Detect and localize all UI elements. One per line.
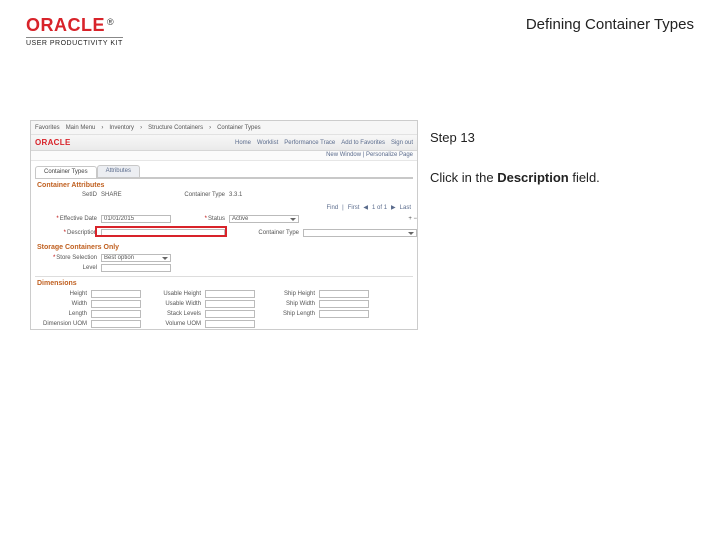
brand-block: ORACLE® USER PRODUCTIVITY KIT <box>26 16 123 47</box>
description-field[interactable] <box>101 229 225 237</box>
top-links: Home Worklist Performance Trace Add to F… <box>235 140 413 146</box>
link-add-fav[interactable]: Add to Favorites <box>341 140 385 146</box>
width-field[interactable] <box>91 300 141 308</box>
section-dimensions: Dimensions <box>31 277 417 288</box>
tab-attributes[interactable]: Attributes <box>97 165 140 177</box>
breadcrumb-item[interactable]: Structure Containers <box>148 125 203 131</box>
ship-width-field[interactable] <box>319 300 369 308</box>
label-container-type: Container Type <box>175 192 225 198</box>
label-effective-date: Effective Date <box>37 216 97 222</box>
value-setid: SHARE <box>101 192 171 198</box>
label-status: Status <box>175 216 225 222</box>
container-type-select[interactable] <box>303 229 417 237</box>
dim-uom-field[interactable] <box>91 320 141 328</box>
brand-subtitle: USER PRODUCTIVITY KIT <box>26 37 123 47</box>
trademark-icon: ® <box>107 17 114 27</box>
breadcrumb-item[interactable]: Inventory <box>109 125 134 131</box>
page-title: Defining Container Types <box>526 16 694 33</box>
pager-position: 1 of 1 <box>372 205 387 211</box>
window-actions[interactable]: New Window | Personalize Page <box>31 151 417 161</box>
instruction-text-before: Click in the <box>430 170 497 185</box>
breadcrumb-item[interactable]: Container Types <box>217 125 261 131</box>
ship-length-field[interactable] <box>319 310 369 318</box>
link-worklist[interactable]: Worklist <box>257 140 278 146</box>
chevron-left-icon[interactable]: ◀ <box>363 204 368 211</box>
chevron-right-icon[interactable]: ▶ <box>391 204 396 211</box>
link-signout[interactable]: Sign out <box>391 140 413 146</box>
breadcrumb: Favorites Main Menu› Inventory› Structur… <box>31 121 417 135</box>
vol-uom-field[interactable] <box>205 320 255 328</box>
label-ship-width: Ship Width <box>259 301 315 307</box>
step-number: Step 13 <box>430 128 690 148</box>
link-home[interactable]: Home <box>235 140 251 146</box>
level-field[interactable] <box>101 264 171 272</box>
usable-height-field[interactable] <box>205 290 255 298</box>
effective-date-field[interactable]: 01/01/2015 <box>101 215 171 223</box>
value-container-type: 3.3.1 <box>229 192 299 198</box>
pager-find[interactable]: Find <box>326 205 338 211</box>
length-field[interactable] <box>91 310 141 318</box>
pager-first[interactable]: First <box>348 205 360 211</box>
label-stack-levels: Stack Levels <box>145 311 201 317</box>
usable-width-field[interactable] <box>205 300 255 308</box>
label-width: Width <box>37 301 87 307</box>
label-store-selection: Store Selection <box>37 255 97 261</box>
section-storage: Storage Containers Only <box>31 241 417 252</box>
app-logo: ORACLE <box>35 138 71 147</box>
instruction-panel: Step 13 Click in the Description field. <box>430 128 690 187</box>
step-instruction: Click in the Description field. <box>430 168 690 188</box>
pager-last[interactable]: Last <box>400 205 411 211</box>
instruction-field-name: Description <box>497 170 569 185</box>
label-ship-height: Ship Height <box>259 291 315 297</box>
tab-container-types[interactable]: Container Types <box>35 166 97 178</box>
height-field[interactable] <box>91 290 141 298</box>
app-screenshot: Favorites Main Menu› Inventory› Structur… <box>30 120 418 330</box>
ship-height-field[interactable] <box>319 290 369 298</box>
label-usable-width: Usable Width <box>145 301 201 307</box>
section-container-attributes: Container Attributes <box>31 179 417 190</box>
label-description: Description <box>37 230 97 236</box>
label-ship-length: Ship Length <box>259 311 315 317</box>
label-length: Length <box>37 311 87 317</box>
breadcrumb-item[interactable]: Main Menu <box>66 125 96 131</box>
breadcrumb-item[interactable]: Favorites <box>35 125 60 131</box>
label-height: Height <box>37 291 87 297</box>
label-usable-height: Usable Height <box>145 291 201 297</box>
label-level: Level <box>37 265 97 271</box>
label-dim-uom: Dimension UOM <box>37 321 87 327</box>
link-perf-trace[interactable]: Performance Trace <box>284 140 335 146</box>
label-container-type2: Container Type <box>229 230 299 236</box>
store-selection-select[interactable]: Best option <box>101 254 171 262</box>
status-select[interactable]: Active <box>229 215 299 223</box>
label-setid: SetID <box>37 192 97 198</box>
oracle-logo: ORACLE <box>26 15 105 35</box>
row-add-remove[interactable]: + − <box>357 216 417 222</box>
label-vol-uom: Volume UOM <box>145 321 201 327</box>
instruction-text-after: field. <box>569 170 600 185</box>
stack-levels-field[interactable] <box>205 310 255 318</box>
